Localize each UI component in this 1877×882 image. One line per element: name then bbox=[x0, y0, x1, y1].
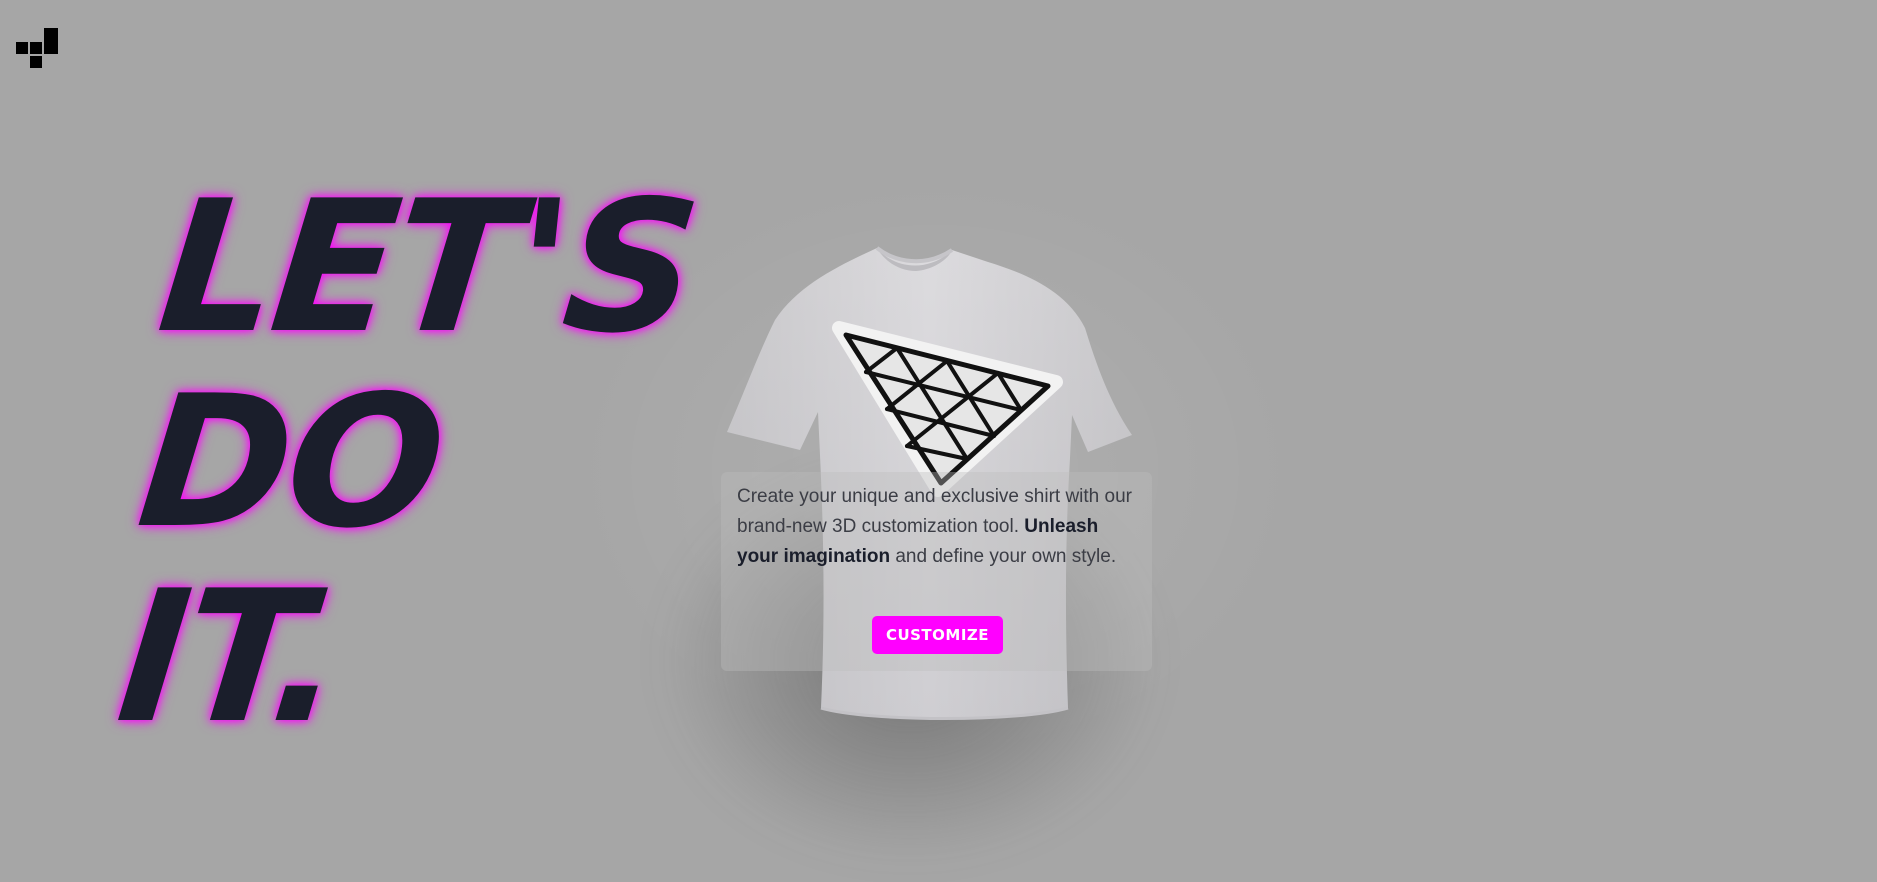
hero-headline: LET'S DO IT. bbox=[109, 161, 705, 763]
pixel-blocks-logo-icon[interactable] bbox=[16, 28, 58, 70]
intro-text-part2: and define your own style. bbox=[890, 546, 1117, 567]
headline-line-3: IT. bbox=[109, 551, 351, 763]
headline-line-2: DO bbox=[130, 356, 451, 568]
customize-button[interactable]: CUSTOMIZE bbox=[872, 616, 1003, 654]
intro-card: Create your unique and exclusive shirt w… bbox=[721, 472, 1152, 671]
headline-line-1: LET'S bbox=[150, 161, 705, 373]
intro-description: Create your unique and exclusive shirt w… bbox=[737, 482, 1136, 572]
